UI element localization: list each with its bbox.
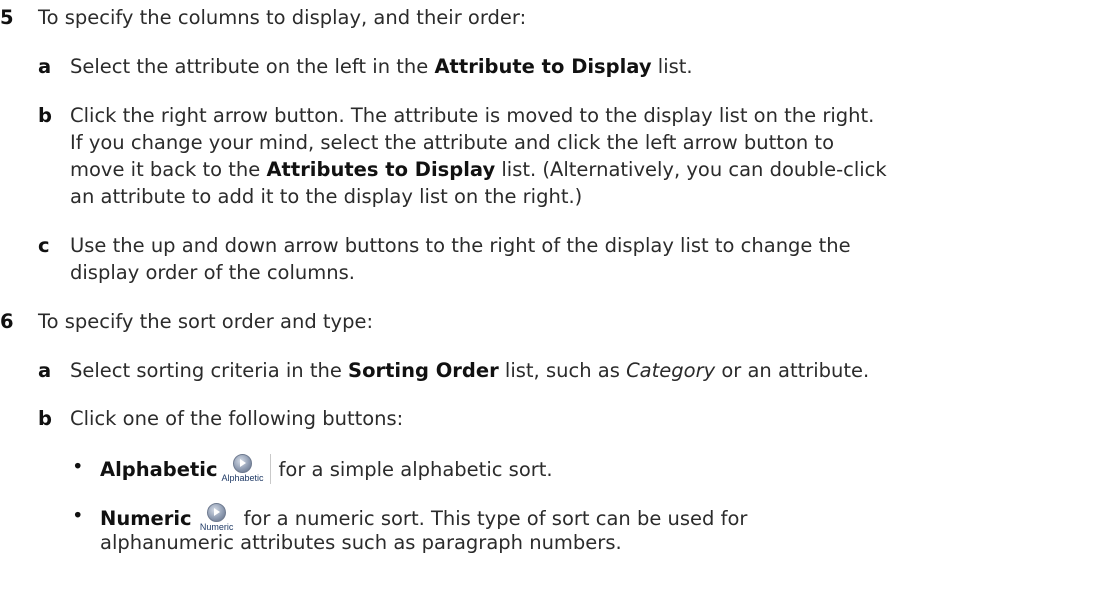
substep-text: an attribute to add it to the display li… [70, 185, 583, 208]
substep-letter: b [38, 104, 52, 127]
step-intro: To specify the sort order and type: [38, 310, 374, 333]
button-name: Numeric [100, 507, 192, 530]
substep-text: move it back to the Attributes to Displa… [70, 158, 887, 181]
icon-caption: Alphabetic [221, 473, 264, 483]
substep-letter: b [38, 407, 52, 430]
substep-text: Click the right arrow button. The attrib… [70, 104, 875, 127]
substep-text: Select sorting criteria in the Sorting O… [70, 359, 870, 382]
substep-text: Use the up and down arrow buttons to the… [70, 234, 851, 257]
substep-text: Select the attribute on the left in the … [70, 55, 693, 78]
button-name: Alphabetic [100, 458, 218, 481]
bullet: • [72, 504, 84, 527]
substep-text: Click one of the following buttons: [70, 407, 404, 430]
step-intro: To specify the columns to display, and t… [38, 6, 527, 29]
ui-term: Sorting Order [348, 359, 499, 382]
substep-text: If you change your mind, select the attr… [70, 131, 835, 154]
italic-term: Category [626, 359, 716, 382]
substep-letter: c [38, 234, 50, 257]
substep-text: display order of the columns. [70, 261, 355, 284]
substep-letter: a [38, 55, 52, 78]
bullet-text: Numeric Numeric for a numeric sort. This t… [100, 503, 747, 533]
bullet-text: alphanumeric attributes such as paragrap… [100, 531, 622, 554]
arrow-circle-icon [232, 454, 252, 473]
numeric-sort-icon: Numeric [196, 503, 238, 533]
substep-letter: a [38, 359, 52, 382]
alphabetic-sort-icon: Alphabetic [222, 454, 271, 484]
ui-term: Attribute to Display [434, 55, 652, 78]
ui-term: Attributes to Display [266, 158, 496, 181]
step-number: 6 [0, 310, 14, 333]
arrow-circle-icon [206, 503, 226, 522]
bullet: • [72, 455, 84, 478]
bullet-text: Alphabetic Alphabetic for a simple alphabe… [100, 454, 553, 484]
step-number: 5 [0, 6, 14, 29]
